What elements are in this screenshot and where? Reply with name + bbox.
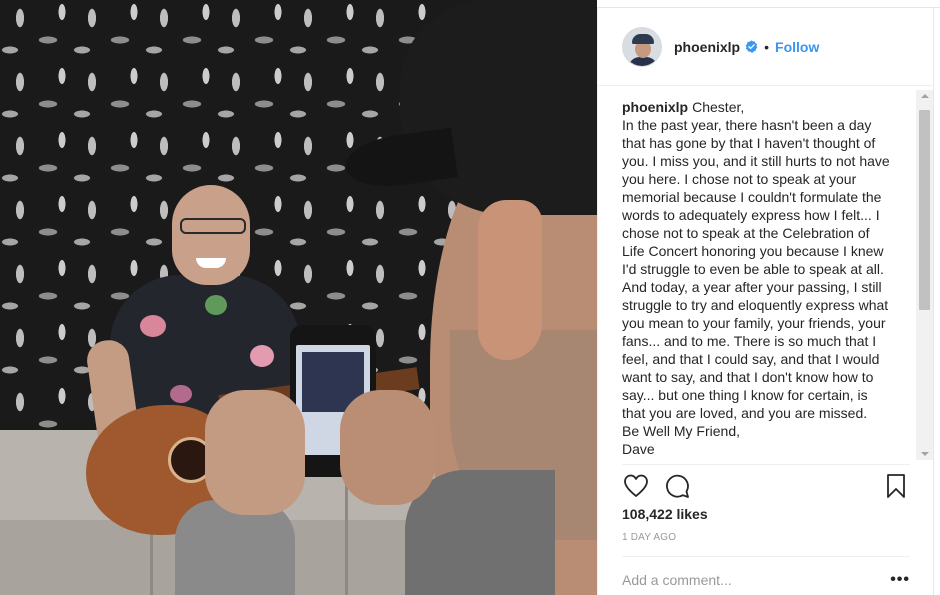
likes-count[interactable]: 108,422 likes (622, 506, 910, 522)
comment-input[interactable] (622, 571, 891, 588)
more-options-icon[interactable]: ••• (890, 571, 910, 589)
caption-line: fans... and to me. There is so much that… (622, 333, 877, 349)
caption-scroll-area[interactable]: phoenixlp Chester, In the past year, there… (622, 98, 908, 463)
comment-bar: ••• (622, 564, 910, 595)
save-button[interactable] (882, 472, 910, 500)
caption-line: you. I miss you, and it still hurts to n… (622, 153, 890, 169)
gray-sleeve-left (175, 500, 295, 595)
post-photo[interactable] (0, 0, 597, 595)
follow-button[interactable]: Follow (775, 39, 819, 55)
caption-line: chose not to speak at the Celebration of (622, 225, 870, 241)
gray-sleeve-right (405, 470, 555, 595)
post-date[interactable]: 1 DAY AGO (622, 532, 910, 543)
verified-badge-icon (745, 40, 758, 53)
heart-icon (624, 474, 648, 497)
divider (622, 556, 910, 557)
right-hand (340, 390, 435, 505)
foreground-man-ear (478, 200, 542, 360)
scrollbar-thumb[interactable] (919, 110, 930, 310)
glasses (180, 218, 246, 234)
caption-line: that you are loved, and you are missed. (622, 405, 868, 421)
bookmark-icon (887, 474, 905, 498)
scroll-down-arrow-icon[interactable] (916, 448, 933, 460)
caption-line: I'd struggle to even be able to speak at… (622, 261, 884, 277)
caption-line: memorial because I couldn't formulate th… (622, 189, 882, 205)
like-button[interactable] (622, 472, 650, 500)
separator-dot: • (764, 38, 770, 55)
caption-line: you mean to your family, your friends, y… (622, 315, 886, 331)
post-sidebar: phoenixlp • Follow phoenixlp Chester, In t… (597, 8, 934, 595)
caption-line: you here. I chose not to speak at your (622, 171, 857, 187)
caption-line: phoenixlp Chester, (622, 98, 908, 116)
caption-username-link[interactable]: phoenixlp (622, 99, 688, 115)
caption-line: say... but one thing I know for certain,… (622, 387, 868, 403)
caption-line: words to adequately express how I felt..… (622, 207, 880, 223)
scroll-up-arrow-icon[interactable] (916, 90, 933, 102)
caption-line: In the past year, there hasn't been a da… (622, 117, 872, 133)
caption-line: Life Concert honoring you because I knew (622, 243, 884, 259)
caption-line: And today, a year after your passing, I … (622, 279, 882, 295)
post-caption: phoenixlp Chester, In the past year, there… (622, 98, 908, 458)
comment-bubble-icon (666, 474, 689, 498)
caption-scrollbar[interactable] (916, 90, 933, 460)
avatar[interactable] (622, 26, 662, 67)
post-header: phoenixlp • Follow (598, 8, 934, 86)
sidebar-top-edge (597, 0, 940, 8)
caption-text: Chester, (692, 99, 745, 115)
action-bar (622, 470, 910, 502)
caption-line: want to say, and that I don't know how t… (622, 369, 874, 385)
smiling-man-head (172, 185, 250, 285)
username-link[interactable]: phoenixlp (674, 39, 740, 55)
caption-line: Dave (622, 441, 655, 457)
divider (622, 464, 910, 465)
left-hand (205, 390, 305, 515)
caption-line: feel, and that I could say, and that I w… (622, 351, 880, 367)
comment-button[interactable] (663, 472, 691, 500)
caption-line: struggle to try and eloquently express w… (622, 297, 889, 313)
caption-line: that has gone by that I haven't thought … (622, 135, 876, 151)
caption-line: Be Well My Friend, (622, 423, 740, 439)
